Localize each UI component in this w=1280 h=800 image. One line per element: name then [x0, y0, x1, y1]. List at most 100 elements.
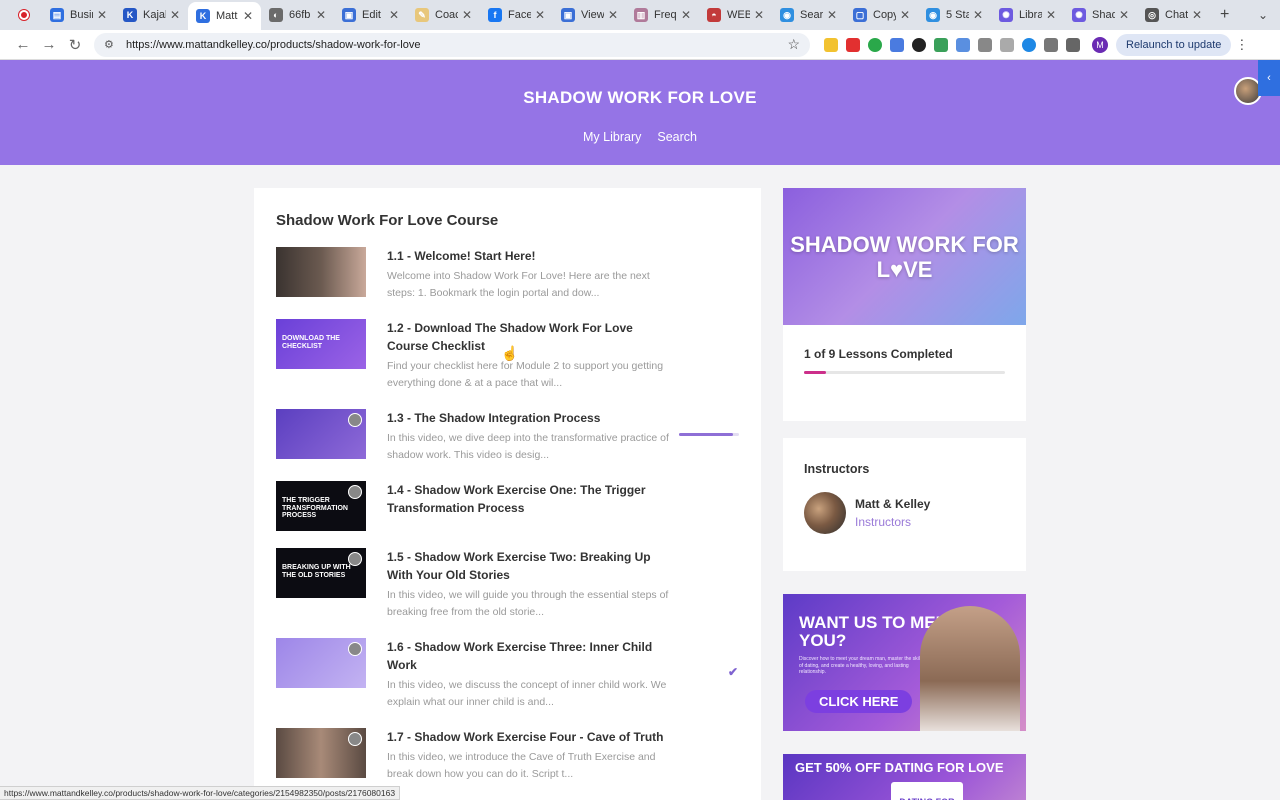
lesson-item[interactable]: THE TRIGGER TRANSFORMATION PROCESS 1.4 - … — [276, 481, 739, 531]
lessons-completed-label: 1 of 9 Lessons Completed — [804, 347, 953, 361]
media-controls-icon[interactable] — [1066, 37, 1080, 52]
puzzle-icon[interactable] — [1044, 37, 1058, 52]
site-info-icon[interactable]: ⚙ — [104, 38, 118, 51]
lesson-title[interactable]: 1.1 - Welcome! Start Here! — [387, 247, 677, 265]
profile-avatar[interactable]: M — [1092, 36, 1108, 53]
browser-tab[interactable]: ◓ WEBI ✕ — [699, 0, 772, 30]
dating-for-love-promo-banner[interactable]: GET 50% OFF DATING FOR LOVE DATING FOR L… — [783, 754, 1026, 800]
tab-close-icon[interactable]: ✕ — [1192, 8, 1202, 22]
url-field[interactable]: ⚙ https://www.mattandkelley.co/products/… — [94, 32, 810, 57]
relaunch-button[interactable]: Relaunch to update — [1116, 33, 1232, 56]
course-progress-bar — [804, 371, 1005, 374]
tab-close-icon[interactable]: ✕ — [900, 8, 910, 22]
browser-tab[interactable]: ▣ Edit ✕ — [334, 0, 407, 30]
tab-favicon-icon: ▤ — [50, 8, 64, 22]
lesson-thumbnail[interactable] — [276, 409, 366, 459]
browser-tab[interactable]: ◐ 66fb ✕ — [261, 0, 334, 30]
browser-tab[interactable]: ▤ Busin ✕ — [42, 0, 115, 30]
reload-icon[interactable]: ↻ — [62, 36, 88, 54]
browser-tab[interactable]: ✺ Libra ✕ — [991, 0, 1064, 30]
presenter-avatar-icon — [348, 485, 362, 499]
url-text: https://www.mattandkelley.co/products/sh… — [126, 38, 421, 51]
tab-favicon-icon: ✎ — [415, 8, 429, 22]
lesson-title[interactable]: 1.7 - Shadow Work Exercise Four - Cave o… — [387, 728, 677, 746]
browser-tab[interactable]: ✎ Coac ✕ — [407, 0, 480, 30]
bookmark-star-icon[interactable]: ☆ — [787, 36, 800, 53]
tab-title: Coac — [435, 9, 458, 21]
lesson-item[interactable]: BREAKING UP WITH THE OLD STORIES 1.5 - Sh… — [276, 548, 739, 621]
screenshot-icon[interactable] — [978, 37, 992, 52]
lesson-item[interactable]: 1.3 - The Shadow Integration Process In t… — [276, 409, 739, 464]
browser-tab[interactable]: ◉ Searc ✕ — [772, 0, 845, 30]
tab-favicon-icon: K — [123, 8, 137, 22]
side-panel-toggle-icon[interactable]: ‹ — [1258, 60, 1280, 96]
tab-close-icon[interactable]: ✕ — [462, 8, 472, 22]
tab-close-icon[interactable]: ✕ — [681, 8, 691, 22]
lesson-thumbnail[interactable] — [276, 247, 366, 297]
lesson-progress-bar — [679, 433, 739, 436]
lesson-title[interactable]: 1.5 - Shadow Work Exercise Two: Breaking… — [387, 548, 677, 584]
tab-close-icon[interactable]: ✕ — [827, 8, 837, 22]
tab-close-icon[interactable]: ✕ — [1046, 8, 1056, 22]
tab-close-icon[interactable]: ✕ — [1119, 8, 1129, 22]
lesson-title[interactable]: 1.4 - Shadow Work Exercise One: The Trig… — [387, 481, 677, 517]
browser-tab[interactable]: ▣ View ✕ — [553, 0, 626, 30]
lesson-title[interactable]: 1.6 - Shadow Work Exercise Three: Inner … — [387, 638, 677, 674]
tab-favicon-icon: ▢ — [853, 8, 867, 22]
browser-tab[interactable]: K Matt ✕ — [188, 2, 261, 30]
tab-close-icon[interactable]: ✕ — [535, 8, 545, 22]
lesson-item[interactable]: 1.6 - Shadow Work Exercise Three: Inner … — [276, 638, 739, 711]
mentor-promo-banner[interactable]: WANT US TO MENTOR YOU? Discover how to m… — [783, 594, 1026, 731]
click-here-button[interactable]: CLICK HERE — [805, 690, 913, 713]
browser-tab[interactable]: ◎ Chat ✕ — [1137, 0, 1210, 30]
extensions-toolbar: M — [824, 36, 1108, 53]
lesson-thumbnail[interactable] — [276, 638, 366, 688]
extension-icon[interactable] — [868, 37, 882, 52]
tab-close-icon[interactable]: ✕ — [316, 8, 326, 22]
browser-menu-icon[interactable]: ⋮ — [1235, 37, 1248, 53]
nav-my-library[interactable]: My Library — [583, 130, 641, 144]
tab-close-icon[interactable]: ✕ — [608, 8, 618, 22]
tab-title: Libra — [1019, 9, 1042, 21]
tab-close-icon[interactable]: ✕ — [973, 8, 983, 22]
lesson-thumbnail[interactable]: BREAKING UP WITH THE OLD STORIES — [276, 548, 366, 598]
sidebar: SHADOW WORK FOR L♥VE 1 of 9 Lessons Comp… — [783, 188, 1026, 800]
browser-tab[interactable]: ✺ Shad ✕ — [1064, 0, 1137, 30]
lesson-title[interactable]: 1.3 - The Shadow Integration Process — [387, 409, 677, 427]
nav-search[interactable]: Search — [657, 130, 697, 144]
instructor-avatar — [804, 492, 846, 534]
lesson-item[interactable]: 1.7 - Shadow Work Exercise Four - Cave o… — [276, 728, 739, 783]
tab-close-icon[interactable]: ✕ — [389, 8, 399, 22]
site-title[interactable]: SHADOW WORK FOR LOVE — [0, 60, 1280, 108]
course-hero-image: SHADOW WORK FOR L♥VE — [783, 188, 1026, 325]
course-card: Shadow Work For Love Course 1.1 - Welcom… — [254, 188, 761, 800]
extension-icon[interactable] — [1022, 37, 1036, 52]
lesson-thumbnail[interactable] — [276, 728, 366, 778]
tab-close-icon[interactable]: ✕ — [97, 8, 107, 22]
new-tab-button[interactable]: + — [1220, 6, 1229, 24]
tab-search-chevron-icon[interactable]: ⌄ — [1258, 8, 1268, 22]
extension-icon[interactable] — [912, 37, 926, 52]
browser-tab[interactable]: ▥ Frequ ✕ — [626, 0, 699, 30]
lesson-description: In this video, we introduce the Cave of … — [387, 751, 656, 780]
translate-icon[interactable] — [890, 37, 904, 52]
tab-close-icon[interactable]: ✕ — [243, 9, 253, 23]
back-arrow-icon[interactable]: ← — [10, 36, 36, 53]
extension-icon[interactable] — [1000, 37, 1014, 52]
browser-tab[interactable]: ◉ 5 Sta ✕ — [918, 0, 991, 30]
lesson-title[interactable]: 1.2 - Download The Shadow Work For Love … — [387, 319, 677, 355]
browser-tab[interactable]: f Facel ✕ — [480, 0, 553, 30]
browser-tab[interactable]: ▢ Copy ✕ — [845, 0, 918, 30]
extension-icon[interactable] — [934, 37, 948, 52]
extension-icon[interactable] — [956, 37, 970, 52]
extension-icon[interactable] — [846, 37, 860, 52]
browser-tab[interactable]: K Kajab ✕ — [115, 0, 188, 30]
forward-arrow-icon[interactable]: → — [36, 36, 62, 53]
tab-close-icon[interactable]: ✕ — [754, 8, 764, 22]
lesson-item[interactable]: 1.1 - Welcome! Start Here! Welcome into S… — [276, 247, 739, 302]
extension-icon[interactable] — [824, 37, 838, 52]
lesson-thumbnail[interactable]: THE TRIGGER TRANSFORMATION PROCESS — [276, 481, 366, 531]
lesson-thumbnail[interactable]: DOWNLOAD THE CHECKLIST — [276, 319, 366, 369]
tab-close-icon[interactable]: ✕ — [170, 8, 180, 22]
tab-title: Frequ — [654, 9, 677, 21]
